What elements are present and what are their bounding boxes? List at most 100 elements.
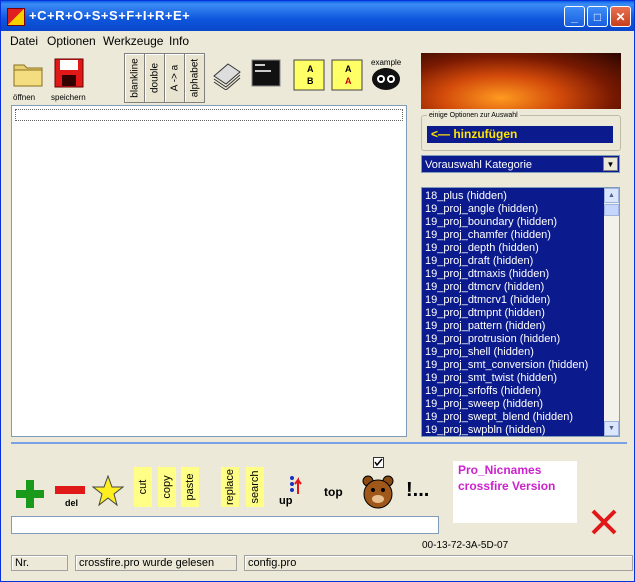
list-item[interactable]: 19_proj_shell (hidden) <box>425 346 534 358</box>
list-item[interactable]: 19_proj_draft (hidden) <box>425 255 533 267</box>
search-label: search <box>249 470 261 504</box>
list-item[interactable]: 19_proj_srfoffs (hidden) <box>425 385 541 397</box>
open-button[interactable] <box>13 59 43 90</box>
app-icon <box>7 8 25 26</box>
list-item[interactable]: 19_proj_swpbln (hidden) <box>425 424 545 436</box>
red-x-icon <box>591 509 617 535</box>
double-button[interactable]: double <box>144 53 165 103</box>
menu-werkzeuge[interactable]: Werkzeuge <box>103 34 163 48</box>
list-scrollbar[interactable]: ▲ ▼ <box>604 188 619 436</box>
paste-label: paste <box>184 473 196 501</box>
replace-label: replace <box>224 468 236 506</box>
copy-label: copy <box>161 475 173 499</box>
open-label: öffnen <box>13 93 36 102</box>
list-item[interactable]: 19_proj_sweep (hidden) <box>425 398 543 410</box>
star-icon <box>91 474 125 507</box>
list-item[interactable]: 18_plus (hidden) <box>425 190 507 202</box>
delete-button[interactable] <box>54 485 86 498</box>
list-item[interactable]: 19_proj_angle (hidden) <box>425 203 538 215</box>
main-window: +C+R+O+S+S+F+I+R+E+ _ □ ✕ Datei Optionen… <box>0 0 635 582</box>
list-item[interactable]: 19_proj_swept_blend (hidden) <box>425 411 573 423</box>
add-button[interactable]: <— hinzufügen <box>427 126 613 143</box>
maximize-button[interactable]: □ <box>587 6 608 27</box>
double-label: double <box>149 62 160 94</box>
version-box: Pro_Nicnames crossfire Version <box>453 461 577 523</box>
window-title: +C+R+O+S+S+F+I+R+E+ <box>29 8 191 23</box>
minimize-button[interactable]: _ <box>564 6 585 27</box>
bear-checkbox[interactable] <box>373 457 384 471</box>
search-button[interactable]: search <box>246 467 264 507</box>
move-top-button[interactable]: top <box>324 485 343 499</box>
list-item[interactable]: 19_proj_boundary (hidden) <box>425 216 557 228</box>
status-config: config.pro <box>244 555 633 571</box>
blankline-button[interactable]: blankline <box>124 53 145 103</box>
svg-text:B: B <box>307 76 314 86</box>
paste-button[interactable]: paste <box>181 467 199 507</box>
text-editor[interactable] <box>11 105 407 437</box>
alphabet-button[interactable]: alphabet <box>184 53 205 103</box>
mapkey-aa-icon: A A <box>331 59 363 91</box>
category-select-value: Vorauswahl Kategorie <box>425 159 533 171</box>
svg-text:A: A <box>307 64 314 74</box>
list-item[interactable]: 19_proj_dtmaxis (hidden) <box>425 268 549 280</box>
terminal-button[interactable] <box>251 59 281 90</box>
list-item[interactable]: 19_proj_depth (hidden) <box>425 242 539 254</box>
list-item[interactable]: 19_proj_dtmpnt (hidden) <box>425 307 545 319</box>
favorite-button[interactable] <box>91 474 125 510</box>
mapkey-aa-button[interactable]: A A <box>331 59 363 94</box>
more-options-button[interactable]: !... <box>406 479 429 502</box>
title-bar[interactable]: +C+R+O+S+S+F+I+R+E+ _ □ ✕ <box>1 1 634 31</box>
list-item[interactable]: 19_proj_protrusion (hidden) <box>425 333 560 345</box>
arrow-up-icon <box>290 476 302 494</box>
list-item[interactable]: 19_proj_dtmcrv (hidden) <box>425 281 544 293</box>
example-button[interactable] <box>370 67 402 94</box>
paper-stack-icon <box>213 63 241 91</box>
svg-text:A: A <box>345 64 352 74</box>
save-button[interactable] <box>54 58 84 91</box>
mac-address: 00-13-72-3A-5D-07 <box>422 540 509 551</box>
checkmark-icon <box>373 457 384 468</box>
cut-button[interactable]: cut <box>134 467 152 507</box>
command-input[interactable] <box>11 516 439 534</box>
list-item[interactable]: 19_proj_smt_conversion (hidden) <box>425 359 588 371</box>
mapkey-ab-icon: A B <box>293 59 325 91</box>
version-line-2: crossfire Version <box>458 479 556 493</box>
save-label: speichern <box>51 93 86 102</box>
scroll-down-icon[interactable]: ▼ <box>604 421 619 436</box>
minus-icon <box>55 486 85 494</box>
list-item[interactable]: 19_proj_chamfer (hidden) <box>425 229 551 241</box>
move-up-label: up <box>279 495 293 507</box>
close-button[interactable]: ✕ <box>610 6 631 27</box>
menu-info[interactable]: Info <box>169 34 189 48</box>
svg-text:A: A <box>345 76 352 86</box>
copy-button[interactable]: copy <box>158 467 176 507</box>
status-message: crossfire.pro wurde gelesen <box>75 555 237 571</box>
scroll-thumb[interactable] <box>604 204 619 216</box>
category-select[interactable]: Vorauswahl Kategorie ▼ <box>421 155 620 173</box>
bear-button[interactable] <box>361 474 395 513</box>
terminal-icon <box>251 59 281 87</box>
mapkey-ab-button[interactable]: A B <box>293 59 325 94</box>
list-item[interactable]: 19_proj_pattern (hidden) <box>425 320 545 332</box>
options-group-title: einige Optionen zur Auswahl <box>427 112 520 119</box>
delete-label: del <box>65 498 79 508</box>
sort-case-button[interactable]: A -> a <box>164 53 185 103</box>
sort-case-label: A -> a <box>169 64 180 92</box>
add-line-button[interactable] <box>14 478 46 513</box>
list-item[interactable]: 19_proj_dtmcrv1 (hidden) <box>425 294 550 306</box>
menu-optionen[interactable]: Optionen <box>47 34 96 48</box>
bear-icon <box>362 475 394 509</box>
stack-button[interactable] <box>210 58 242 93</box>
folder-icon <box>13 64 43 87</box>
flame-banner <box>421 53 621 109</box>
scroll-up-icon[interactable]: ▲ <box>604 188 619 203</box>
list-item[interactable]: 19_proj_smt_twist (hidden) <box>425 372 557 384</box>
section-divider <box>11 442 627 444</box>
exit-button[interactable] <box>590 508 618 539</box>
option-list[interactable]: 18_plus (hidden) 19_proj_angle (hidden) … <box>421 187 620 437</box>
chevron-down-icon[interactable]: ▼ <box>603 157 618 171</box>
status-nr: Nr. <box>11 555 68 571</box>
menu-datei[interactable]: Datei <box>10 34 38 48</box>
blankline-label: blankline <box>129 58 140 98</box>
replace-button[interactable]: replace <box>221 467 239 507</box>
